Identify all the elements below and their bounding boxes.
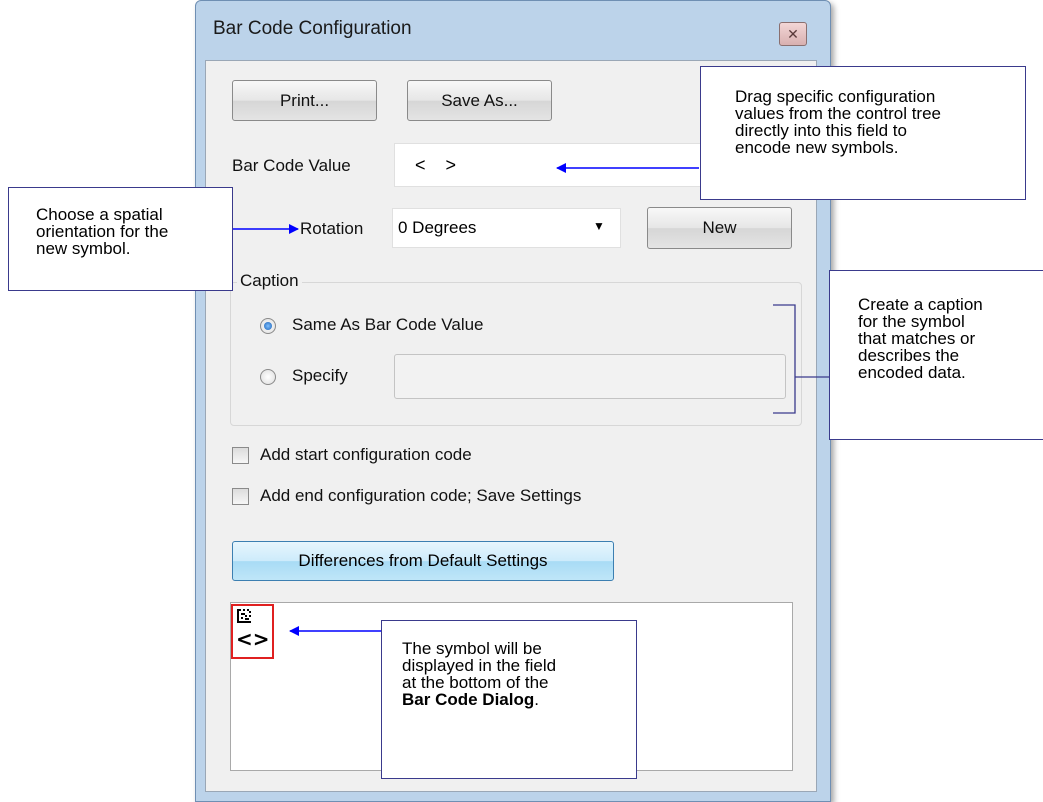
caption-bracket [773,304,796,414]
annotation-arrows [233,163,829,636]
